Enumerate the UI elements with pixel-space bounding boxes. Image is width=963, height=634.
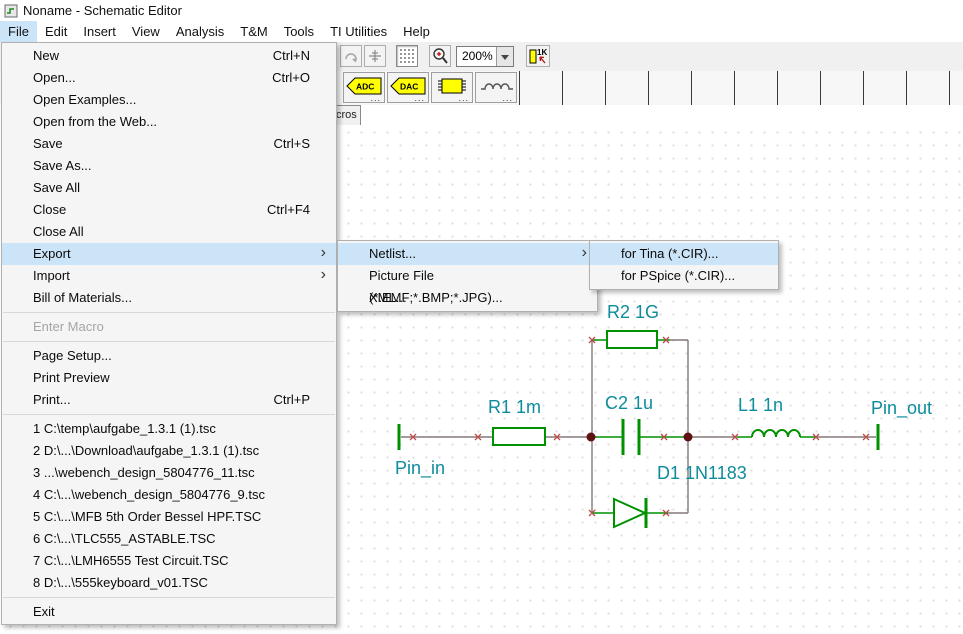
- netlist-submenu: for Tina (*.CIR)... for PSpice (*.CIR)..…: [589, 240, 779, 290]
- menu-separator: [3, 312, 335, 313]
- diode-d1[interactable]: D1 1N1183: [614, 463, 747, 528]
- menu-item-for-tina[interactable]: for Tina (*.CIR)...: [590, 243, 778, 265]
- menu-item-picture-file[interactable]: Picture File (*.EMF;*.BMP;*.JPG)...: [338, 265, 597, 287]
- submenu-arrow-icon: ›: [582, 242, 587, 264]
- menu-item-enter-macro: Enter Macro: [2, 316, 336, 338]
- inductor-l1[interactable]: L1 1n: [738, 395, 800, 437]
- export-submenu: Netlist... › Picture File (*.EMF;*.BMP;*…: [337, 240, 598, 312]
- menu-item-save-as[interactable]: Save As...: [2, 155, 336, 177]
- menu-separator: [3, 597, 335, 598]
- menu-item-open-from-web[interactable]: Open from the Web...: [2, 111, 336, 133]
- file-menu: New Ctrl+N Open... Ctrl+O Open Examples.…: [1, 42, 337, 625]
- resistor-r2[interactable]: R2 1G: [607, 302, 659, 348]
- menu-item-recent-2[interactable]: 2 D:\...\Download\aufgabe_1.3.1 (1).tsc: [2, 440, 336, 462]
- menu-item-netlist[interactable]: Netlist... ›: [338, 243, 597, 265]
- svg-text:Pin_out: Pin_out: [871, 398, 932, 419]
- menu-item-save[interactable]: Save Ctrl+S: [2, 133, 336, 155]
- svg-text:Pin_in: Pin_in: [395, 458, 445, 479]
- svg-text:L1 1n: L1 1n: [738, 395, 783, 415]
- menu-item-recent-6[interactable]: 6 C:\...\TLC555_ASTABLE.TSC: [2, 528, 336, 550]
- menu-item-open-examples[interactable]: Open Examples...: [2, 89, 336, 111]
- menu-item-new[interactable]: New Ctrl+N: [2, 45, 336, 67]
- app-window: Noname - Schematic Editor File Edit Inse…: [0, 0, 963, 634]
- menu-item-export[interactable]: Export ›: [2, 243, 336, 265]
- menu-item-bill-of-materials[interactable]: Bill of Materials...: [2, 287, 336, 309]
- menu-item-recent-1[interactable]: 1 C:\temp\aufgabe_1.3.1 (1).tsc: [2, 418, 336, 440]
- menu-item-open[interactable]: Open... Ctrl+O: [2, 67, 336, 89]
- menu-separator: [3, 414, 335, 415]
- menu-item-print[interactable]: Print... Ctrl+P: [2, 389, 336, 411]
- menu-item-xml[interactable]: XML...: [338, 287, 597, 309]
- menu-item-close[interactable]: Close Ctrl+F4: [2, 199, 336, 221]
- capacitor-c2[interactable]: C2 1u: [605, 393, 653, 455]
- svg-text:C2 1u: C2 1u: [605, 393, 653, 413]
- submenu-arrow-icon: ›: [321, 242, 326, 264]
- menu-item-save-all[interactable]: Save All: [2, 177, 336, 199]
- menu-item-recent-5[interactable]: 5 C:\...\MFB 5th Order Bessel HPF.TSC: [2, 506, 336, 528]
- menu-item-recent-7[interactable]: 7 C:\...\LMH6555 Test Circuit.TSC: [2, 550, 336, 572]
- svg-text:D1 1N1183: D1 1N1183: [657, 463, 747, 483]
- menu-item-for-pspice[interactable]: for PSpice (*.CIR)...: [590, 265, 778, 287]
- menu-separator: [3, 341, 335, 342]
- svg-text:R2 1G: R2 1G: [607, 302, 659, 322]
- pin-in[interactable]: Pin_in: [395, 424, 445, 479]
- pin-out[interactable]: Pin_out: [871, 398, 932, 450]
- menu-item-exit[interactable]: Exit: [2, 601, 336, 623]
- submenu-arrow-icon: ›: [321, 264, 326, 286]
- menu-item-close-all[interactable]: Close All: [2, 221, 336, 243]
- menu-item-print-preview[interactable]: Print Preview: [2, 367, 336, 389]
- resistor-r1[interactable]: R1 1m: [488, 397, 545, 445]
- menu-item-page-setup[interactable]: Page Setup...: [2, 345, 336, 367]
- svg-text:R1 1m: R1 1m: [488, 397, 541, 417]
- menu-item-recent-8[interactable]: 8 D:\...\555keyboard_v01.TSC: [2, 572, 336, 594]
- menu-item-import[interactable]: Import ›: [2, 265, 336, 287]
- component-leads: [591, 340, 815, 513]
- menu-item-recent-4[interactable]: 4 C:\...\webench_design_5804776_9.tsc: [2, 484, 336, 506]
- menu-item-recent-3[interactable]: 3 ...\webench_design_5804776_11.tsc: [2, 462, 336, 484]
